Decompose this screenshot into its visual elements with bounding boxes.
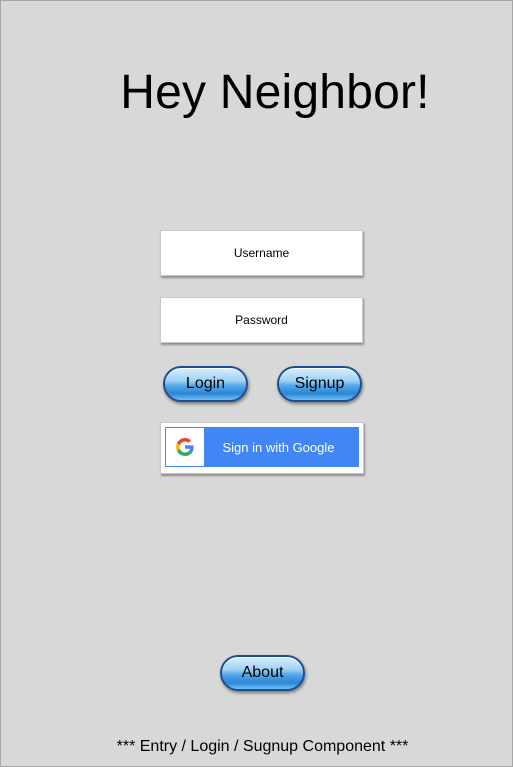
page-frame: Hey Neighbor! Username Password Login Si… (0, 0, 513, 767)
about-button-label: About (241, 664, 284, 681)
about-button[interactable]: About (220, 655, 305, 691)
component-caption: *** Entry / Login / Sugnup Component *** (116, 738, 409, 755)
google-signin-button[interactable]: Sign in with Google (160, 422, 364, 474)
signup-button-label: Signup (294, 375, 345, 392)
google-signin-inner: Sign in with Google (165, 427, 359, 467)
google-icon (166, 428, 204, 466)
google-signin-label: Sign in with Google (222, 439, 335, 455)
login-button-label: Login (185, 375, 226, 392)
page-title: Hey Neighbor! (120, 66, 430, 119)
username-field[interactable]: Username (160, 230, 363, 276)
username-placeholder: Username (233, 246, 290, 260)
login-button[interactable]: Login (163, 366, 248, 402)
signup-button[interactable]: Signup (277, 366, 362, 402)
password-field[interactable]: Password (160, 297, 363, 343)
password-placeholder: Password (235, 313, 288, 327)
